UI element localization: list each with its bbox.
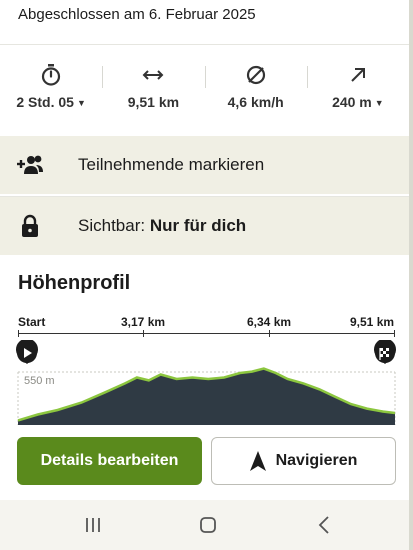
visibility-value: Nur für dich <box>149 216 247 235</box>
add-people-icon <box>16 154 44 176</box>
elevation-chart: 550 m <box>16 340 396 425</box>
axis-label-2: 6,34 km <box>247 315 292 329</box>
finish-flag-icon <box>374 340 396 364</box>
system-navigation-bar <box>0 500 409 550</box>
stat-elevation-value: 240 m <box>332 94 372 110</box>
average-speed-icon <box>205 62 307 88</box>
visibility-prefix: Sichtbar: <box>78 216 146 235</box>
axis-tick <box>269 330 270 337</box>
chevron-down-icon: ▼ <box>374 98 384 108</box>
edit-details-button[interactable]: Details bearbeiten <box>17 437 202 485</box>
navigate-label: Navigieren <box>275 452 358 469</box>
elevation-area <box>18 368 395 425</box>
visibility-label: Sichtbar: Nur für dich <box>78 216 246 236</box>
axis-label-start: Start <box>18 315 46 329</box>
participants-row[interactable]: Teilnehmende markieren <box>0 136 409 194</box>
lock-icon <box>16 214 44 238</box>
stat-duration[interactable]: 2 Std. 05 ▼ <box>0 62 102 118</box>
stat-speed: 4,6 km/h <box>204 62 307 118</box>
axis-tick <box>394 330 395 337</box>
stat-distance: 9,51 km <box>102 62 204 118</box>
stat-speed-value: 4,6 km/h <box>227 94 284 110</box>
y-tick-label: 550 m <box>24 375 55 387</box>
elevation-profile-title: Höhenprofil <box>18 272 131 294</box>
axis-label-end: 9,51 km <box>350 315 395 329</box>
scroll-edge <box>409 0 413 550</box>
completed-date: Abgeschlossen am 6. Februar 2025 <box>18 6 256 23</box>
navigation-arrow-icon <box>249 451 266 471</box>
axis-label-1: 3,17 km <box>121 315 166 329</box>
stats-row: 2 Std. 05 ▼ 9,51 km 4,6 km/h 240 m ▼ <box>0 62 409 118</box>
participants-label: Teilnehmende markieren <box>78 155 265 174</box>
axis-tick <box>18 330 19 337</box>
recents-icon[interactable] <box>80 512 106 538</box>
divider <box>0 44 409 45</box>
distance-axis <box>18 333 395 334</box>
elevation-up-icon <box>307 62 409 88</box>
stat-elevation[interactable]: 240 m ▼ <box>306 62 409 118</box>
chevron-down-icon: ▼ <box>76 98 86 108</box>
distance-arrows-icon <box>102 62 204 88</box>
stat-distance-value: 9,51 km <box>127 94 180 110</box>
home-icon[interactable] <box>195 512 221 538</box>
visibility-row[interactable]: Sichtbar: Nur für dich <box>0 197 409 255</box>
stopwatch-icon <box>0 62 102 88</box>
navigate-button[interactable]: Navigieren <box>211 437 396 485</box>
back-icon[interactable] <box>311 512 337 538</box>
stat-duration-value: 2 Std. 05 <box>16 94 74 110</box>
start-flag-icon <box>16 340 38 364</box>
axis-tick <box>143 330 144 337</box>
